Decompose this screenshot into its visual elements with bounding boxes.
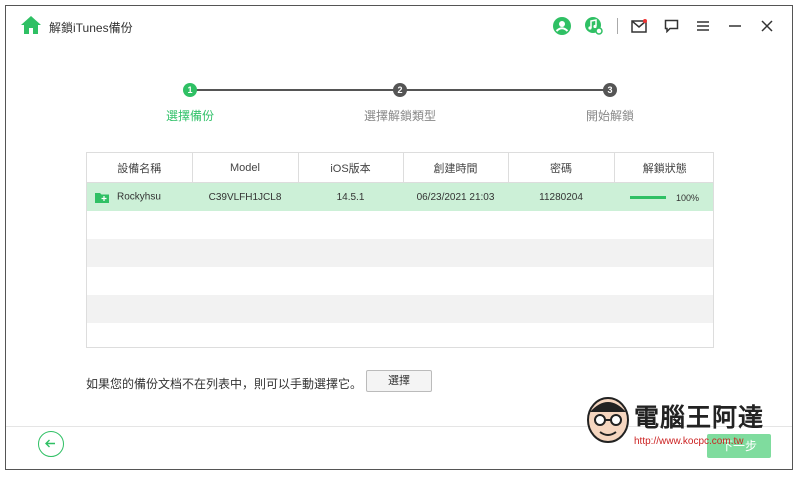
- device-name-cell: Rockyhsu: [87, 182, 192, 211]
- table-row-empty: [87, 211, 713, 239]
- close-icon[interactable]: [756, 15, 778, 37]
- watermark-text: 電腦王阿達: [634, 404, 765, 432]
- model-cell: C39VLFH1JCL8: [192, 182, 298, 211]
- home-icon[interactable]: [20, 15, 42, 35]
- user-icon[interactable]: [551, 15, 573, 37]
- step-indicator: 1 2 3 選擇備份 選擇解鎖類型 開始解鎖: [6, 80, 794, 124]
- music-search-icon[interactable]: [583, 15, 605, 37]
- step-3-dot: 3: [603, 83, 617, 97]
- table-row-empty: [87, 295, 713, 323]
- menu-icon[interactable]: [692, 15, 714, 37]
- choose-button[interactable]: 選擇: [366, 370, 432, 392]
- step-2-dot: 2: [393, 83, 407, 97]
- table-row-empty: [87, 267, 713, 295]
- device-name: Rockyhsu: [117, 191, 161, 203]
- password-cell: 11280204: [508, 182, 614, 211]
- column-header-model: Model: [192, 153, 299, 183]
- created-time-cell: 06/23/2021 21:03: [403, 182, 508, 211]
- progress-label: 100%: [675, 192, 700, 203]
- table-row-empty: [87, 323, 713, 347]
- title-bar-controls: [541, 15, 778, 37]
- back-button[interactable]: [38, 431, 64, 457]
- step-1-dot: 1: [183, 83, 197, 97]
- column-header-unlock-status: 解鎖狀態: [614, 153, 713, 183]
- title-bar: 解鎖iTunes備份: [6, 6, 792, 46]
- watermark: 電腦王阿達 http://www.kocpc.com.tw: [584, 392, 774, 450]
- mail-icon[interactable]: [628, 15, 650, 37]
- column-header-ios-version: iOS版本: [298, 153, 404, 183]
- ios-version-cell: 14.5.1: [298, 182, 403, 211]
- step-3-label: 開始解鎖: [585, 109, 635, 123]
- folder-icon: [95, 193, 109, 203]
- divider: [617, 18, 618, 34]
- table-row-empty: [87, 239, 713, 267]
- app-window: 解鎖iTunes備份 1 2 3 選擇備份 選擇解鎖類型 開始解鎖 設備名稱 M…: [5, 5, 793, 470]
- unlock-status-cell: 100%: [614, 182, 713, 211]
- minimize-icon[interactable]: [724, 15, 746, 37]
- watermark-url: http://www.kocpc.com.tw: [634, 436, 744, 447]
- app-title: 解鎖iTunes備份: [49, 21, 133, 35]
- mascot-logo-icon: [587, 397, 629, 443]
- column-header-created-time: 創建時間: [403, 153, 509, 183]
- arrow-left-icon: [45, 439, 55, 448]
- progress-indicator: 100%: [629, 192, 700, 203]
- table-header: 設備名稱 Model iOS版本 創建時間 密碼 解鎖狀態: [87, 153, 713, 183]
- feedback-icon[interactable]: [660, 15, 682, 37]
- step-connector: [406, 89, 611, 91]
- manual-select-prompt: 如果您的備份文档不在列表中，則可以手動選擇它。: [86, 377, 363, 391]
- column-header-device-name: 設備名稱: [87, 153, 193, 183]
- progress-bar: [629, 196, 666, 200]
- backup-table: 設備名稱 Model iOS版本 創建時間 密碼 解鎖狀態 Rockyhsu C…: [86, 152, 714, 348]
- step-connector: [196, 89, 401, 91]
- step-1-label: 選擇備份: [165, 109, 215, 123]
- column-header-password: 密碼: [508, 153, 615, 183]
- step-2-label: 選擇解鎖類型: [363, 109, 437, 123]
- table-row[interactable]: Rockyhsu C39VLFH1JCL8 14.5.1 06/23/2021 …: [87, 182, 713, 211]
